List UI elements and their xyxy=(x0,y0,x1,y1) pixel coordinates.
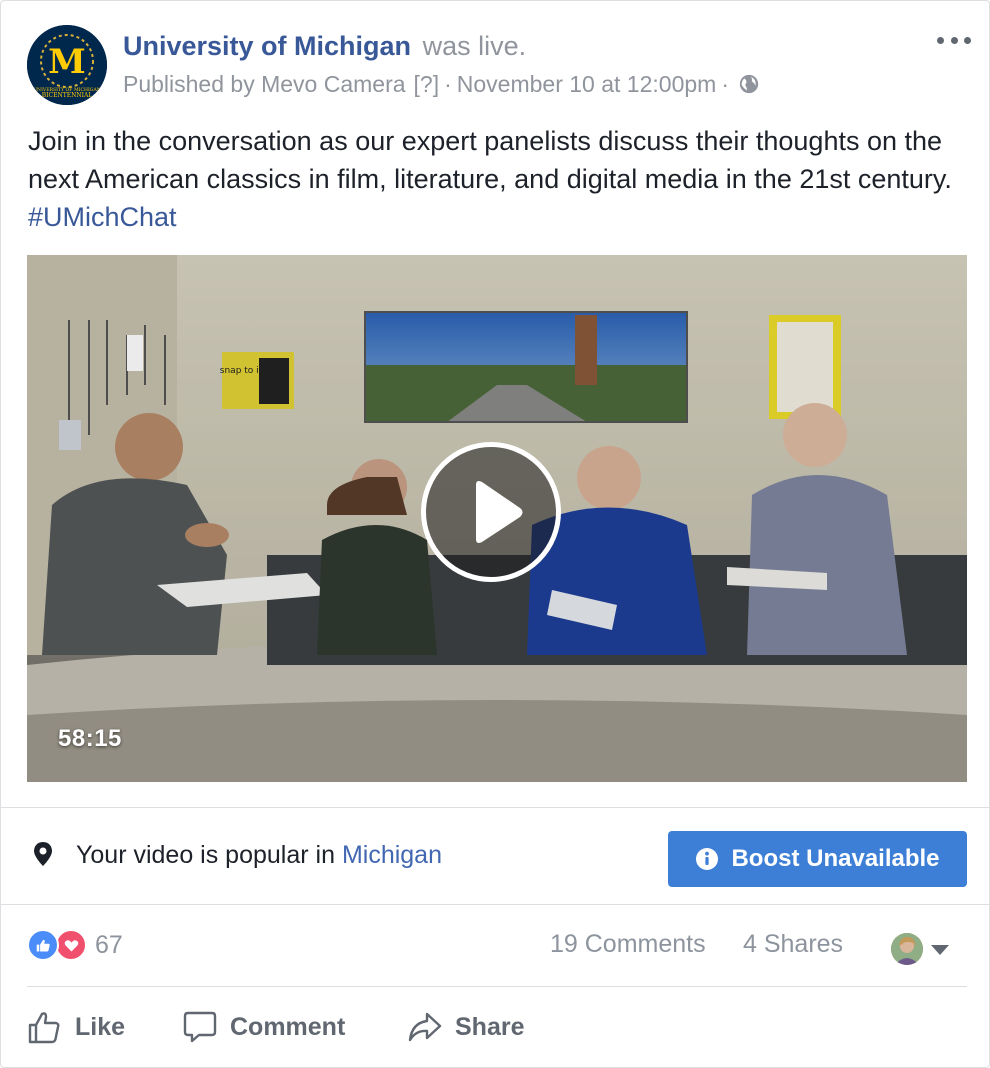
insight-label: Your video is popular in xyxy=(76,841,335,869)
share-button[interactable]: Share xyxy=(407,1007,524,1047)
avatar-caption-2: BICENTENNIAL xyxy=(42,92,93,99)
location-pin-icon xyxy=(34,842,52,866)
more-options-icon[interactable] xyxy=(937,31,971,49)
author-suffix: was live. xyxy=(422,31,527,61)
comment-button[interactable]: Comment xyxy=(182,1007,345,1047)
share-label: Share xyxy=(455,1012,525,1041)
divider xyxy=(1,807,990,808)
hashtag-link[interactable]: #UMichChat xyxy=(28,202,177,232)
video-player[interactable]: snap to it xyxy=(27,255,967,782)
play-icon xyxy=(476,481,523,543)
post-card: M UNIVERSITY OF MICHIGAN BICENTENNIAL Un… xyxy=(0,0,990,1068)
post-body-text: Join in the conversation as our expert p… xyxy=(28,126,952,194)
comment-label: Comment xyxy=(230,1012,346,1041)
post-header: University of Michigan was live. xyxy=(123,29,526,63)
umich-logo-icon: M UNIVERSITY OF MICHIGAN BICENTENNIAL xyxy=(27,25,107,105)
chevron-down-icon[interactable] xyxy=(931,945,949,955)
comments-count-link[interactable]: 19 Comments xyxy=(550,930,706,959)
insight-text: Your video is popular in Michigan xyxy=(76,839,442,871)
meta-separator: · xyxy=(444,71,452,97)
insight-location-link[interactable]: Michigan xyxy=(342,841,442,869)
page-avatar[interactable]: M UNIVERSITY OF MICHIGAN BICENTENNIAL xyxy=(27,25,107,105)
boost-label: Boost Unavailable xyxy=(731,845,940,872)
love-reaction-icon xyxy=(55,929,87,961)
info-icon xyxy=(696,848,719,870)
post-text: Join in the conversation as our expert p… xyxy=(28,122,968,236)
like-label: Like xyxy=(75,1012,126,1041)
play-button[interactable] xyxy=(421,442,561,582)
divider xyxy=(27,986,967,987)
comment-bubble-icon xyxy=(183,1011,217,1043)
help-link[interactable]: [?] xyxy=(414,68,440,100)
boost-unavailable-button[interactable]: Boost Unavailable xyxy=(668,831,967,887)
post-as-avatar[interactable] xyxy=(891,933,923,965)
avatar-letter: M xyxy=(48,42,86,82)
author-name-link[interactable]: University of Michigan xyxy=(123,31,411,61)
like-button[interactable]: Like xyxy=(27,1007,125,1047)
reactions-summary[interactable]: 67 xyxy=(27,929,123,961)
share-arrow-icon xyxy=(408,1012,442,1042)
published-by-text: Published by Mevo Camera xyxy=(123,71,406,97)
shares-count-link[interactable]: 4 Shares xyxy=(743,930,843,959)
like-reaction-icon xyxy=(27,929,59,961)
globe-icon[interactable] xyxy=(738,73,760,95)
post-meta: Published by Mevo Camera [?] · November … xyxy=(123,68,760,100)
meta-separator: · xyxy=(721,71,729,97)
thumbs-up-icon xyxy=(28,1012,60,1044)
reaction-count: 67 xyxy=(95,930,123,959)
divider xyxy=(1,904,990,905)
video-duration: 58:15 xyxy=(58,725,122,752)
post-timestamp-link[interactable]: November 10 at 12:00pm xyxy=(457,68,717,100)
